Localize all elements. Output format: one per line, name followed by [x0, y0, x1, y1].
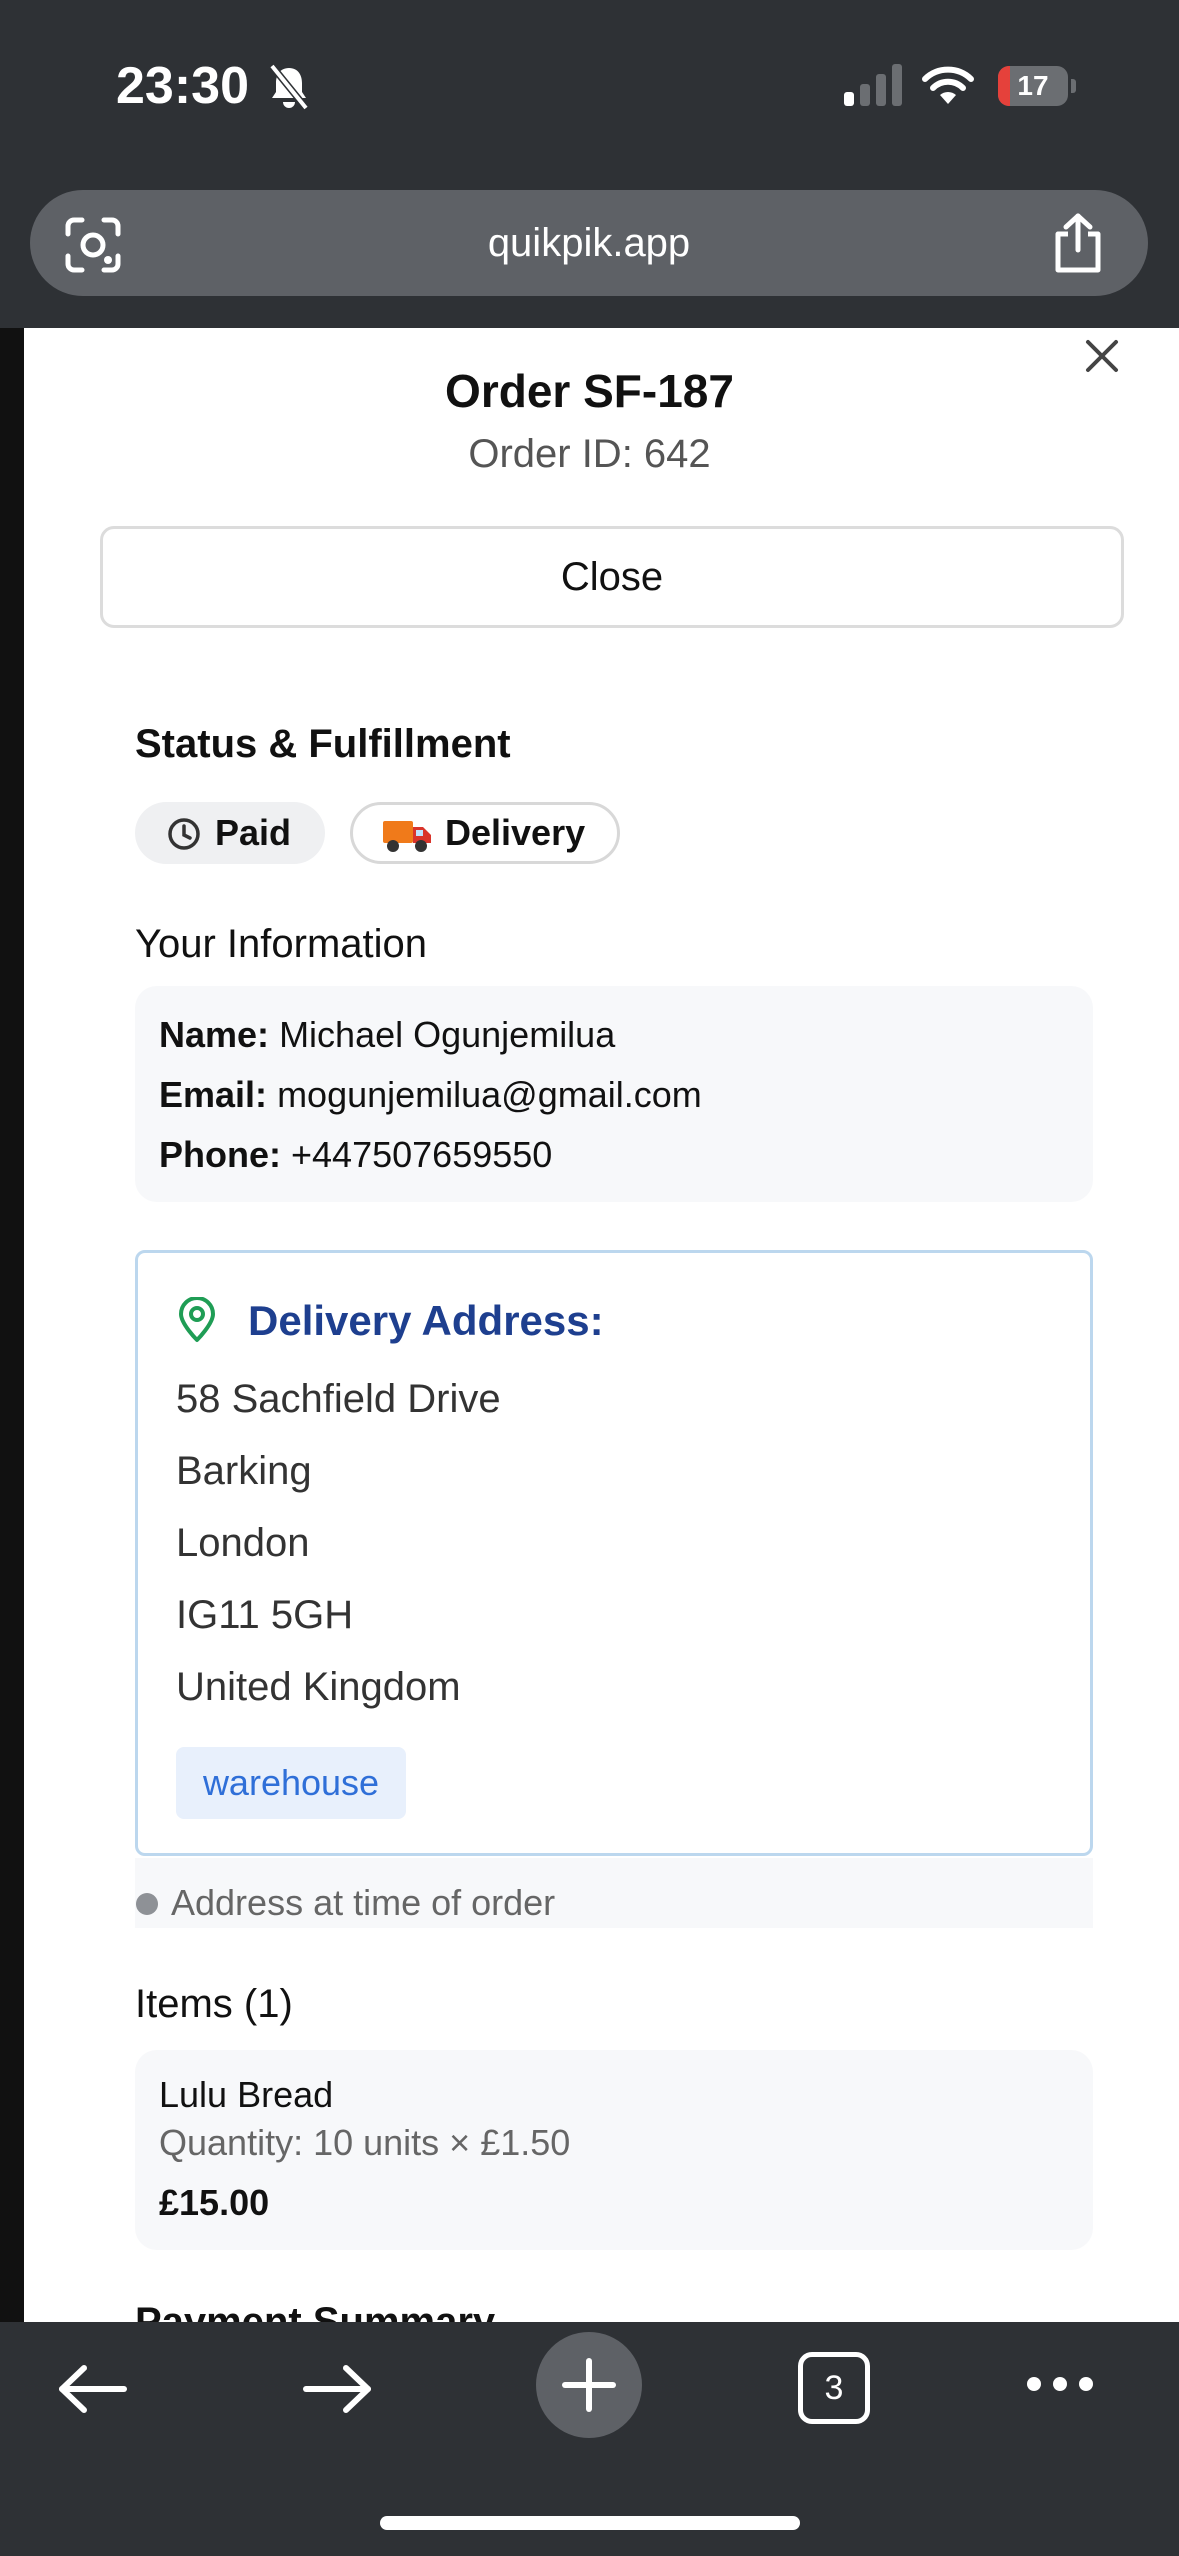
item-total: £15.00: [159, 2182, 270, 2223]
note-dot: [136, 1893, 158, 1915]
url-text[interactable]: quikpik.app: [30, 190, 1148, 296]
fulfillment-label: Delivery: [445, 812, 586, 853]
name-label: Name:: [159, 1014, 270, 1055]
battery-indicator: 17: [998, 66, 1078, 106]
address-note: Address at time of order: [171, 1882, 556, 1923]
customer-email: mogunjemilua@gmail.com: [277, 1074, 702, 1115]
customer-name: Michael Ogunjemilua: [279, 1014, 616, 1055]
map-pin-icon: [179, 1297, 215, 1342]
customer-email-row: Email: mogunjemilua@gmail.com: [159, 1074, 702, 1116]
payment-status-badge: Paid: [135, 802, 325, 864]
item-name: Lulu Bread: [159, 2074, 334, 2115]
order-id: Order ID: 642: [468, 432, 711, 476]
customer-info-card: Name: Michael Ogunjemilua Email: mogunje…: [135, 986, 1093, 1202]
item-quantity: Quantity: 10 units × £1.50: [159, 2122, 571, 2163]
new-tab-button[interactable]: [536, 2332, 642, 2438]
clock-icon: [168, 818, 200, 850]
status-bar: 23:30 17: [0, 0, 1179, 180]
customer-name-row: Name: Michael Ogunjemilua: [159, 1014, 615, 1056]
address-line: Barking: [176, 1449, 312, 1493]
customer-heading: Your Information: [135, 922, 428, 966]
address-bar[interactable]: quikpik.app: [30, 190, 1148, 296]
status-heading: Status & Fulfillment: [135, 722, 511, 766]
delivery-address-card: Delivery Address: 58 Sachfield Drive Bar…: [135, 1250, 1093, 1856]
arrow-right-icon[interactable]: [300, 2364, 374, 2414]
order-title: Order SF-187: [445, 365, 734, 417]
close-button[interactable]: Close: [100, 526, 1124, 628]
lens-icon[interactable]: [64, 216, 122, 274]
phone-label: Phone:: [159, 1134, 281, 1175]
truck-icon: [383, 821, 431, 852]
customer-phone-row: Phone: +447507659550: [159, 1134, 552, 1176]
fulfillment-badge: Delivery: [350, 802, 620, 864]
browser-toolbar: 3: [0, 2322, 1179, 2556]
items-heading: Items (1): [135, 1982, 293, 2026]
cellular-signal-icon: [844, 64, 902, 106]
list-item: Lulu Bread Quantity: 10 units × £1.50 £1…: [135, 2050, 1093, 2250]
bell-slash-icon: [269, 64, 309, 110]
address-line: United Kingdom: [176, 1665, 461, 1709]
page-edge: [0, 328, 24, 2322]
address-line: London: [176, 1521, 310, 1565]
status-time: 23:30: [116, 57, 249, 115]
delivery-address-title: Delivery Address:: [248, 1297, 604, 1344]
payment-status-label: Paid: [215, 812, 292, 853]
tab-switcher-button[interactable]: 3: [798, 2352, 870, 2424]
plus-icon: [562, 2358, 616, 2412]
address-type-tag: warehouse: [176, 1747, 406, 1819]
arrow-left-icon[interactable]: [56, 2364, 130, 2414]
email-label: Email:: [159, 1074, 268, 1115]
share-icon[interactable]: [1050, 212, 1106, 274]
address-line: IG11 5GH: [176, 1593, 354, 1637]
wifi-icon: [922, 66, 974, 104]
more-icon[interactable]: [1024, 2374, 1096, 2394]
home-indicator: [380, 2516, 800, 2530]
battery-percentage: 17: [1017, 70, 1049, 101]
address-line: 58 Sachfield Drive: [176, 1377, 501, 1421]
customer-phone: +447507659550: [291, 1134, 553, 1175]
